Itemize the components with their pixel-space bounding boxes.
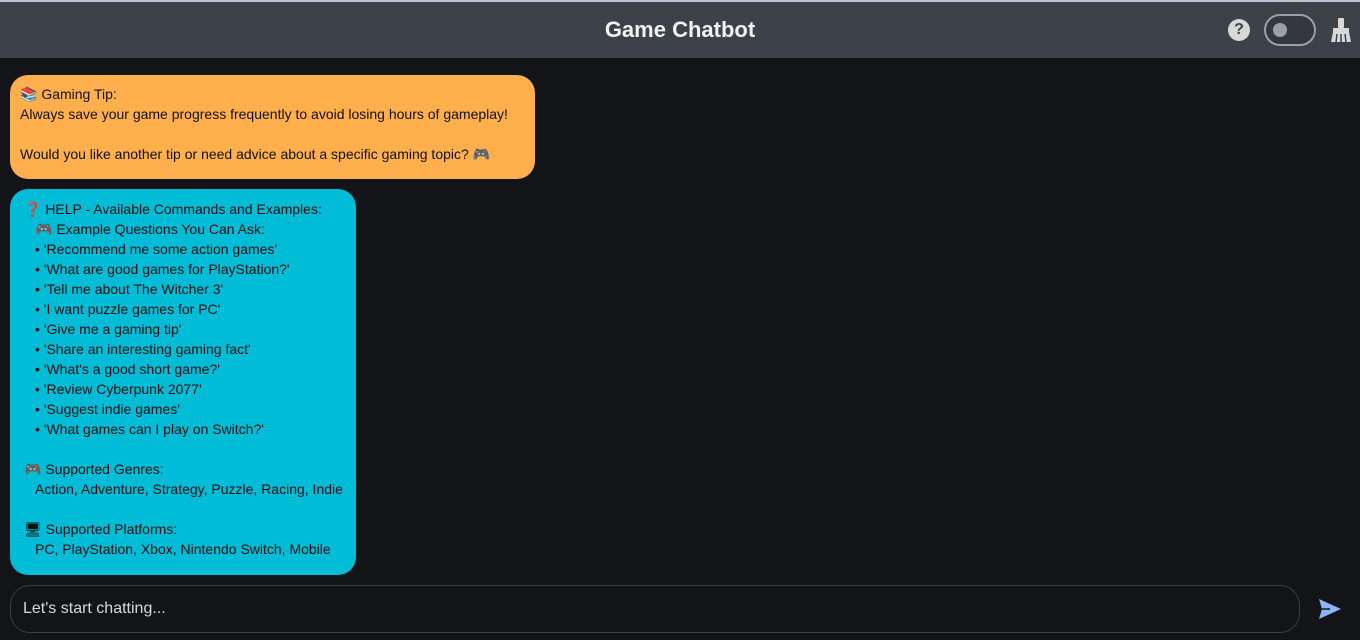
example-item: • 'I want puzzle games for PC': [35, 301, 221, 317]
platforms-header: 🖥 Supported Platforms:: [24, 521, 178, 537]
example-item: • 'Suggest indie games': [35, 401, 180, 417]
tip-followup: Would you like another tip or need advic…: [20, 146, 491, 162]
example-item: • 'Share an interesting gaming fact': [35, 341, 251, 357]
example-item: • 'Tell me about The Witcher 3': [35, 281, 224, 297]
genres-header: 🎮 Supported Genres:: [24, 461, 164, 477]
send-icon[interactable]: [1318, 598, 1342, 620]
examples-header: 🎮 Example Questions You Can Ask:: [35, 221, 265, 237]
app-title: Game Chatbot: [604, 17, 756, 42]
help-message-bubble: ❓ HELP - Available Commands and Examples…: [10, 189, 356, 575]
example-item: • 'What's a good short game?': [35, 361, 220, 377]
app-header: Game Chatbot ?: [0, 2, 1360, 58]
header-actions: ?: [1228, 2, 1352, 58]
broom-icon[interactable]: [1330, 17, 1352, 43]
chat-area[interactable]: 📚 Gaming Tip: Always save your game prog…: [0, 58, 1360, 580]
example-item: • 'Review Cyberpunk 2077': [35, 381, 202, 397]
example-item: • 'What are good games for PlayStation?': [35, 261, 290, 277]
help-title: ❓ HELP - Available Commands and Examples…: [24, 201, 322, 217]
theme-toggle[interactable]: [1264, 14, 1316, 46]
genres-list: Action, Adventure, Strategy, Puzzle, Rac…: [35, 481, 343, 497]
tip-message-bubble: 📚 Gaming Tip: Always save your game prog…: [10, 75, 535, 179]
message-input[interactable]: [23, 600, 1299, 618]
example-item: • 'What games can I play on Switch?': [35, 421, 264, 437]
tip-title: 📚 Gaming Tip:: [20, 86, 117, 102]
tip-text: Always save your game progress frequentl…: [20, 106, 508, 122]
example-item: • 'Give me a gaming tip': [35, 321, 182, 337]
toggle-knob: [1273, 23, 1287, 37]
message-input-container[interactable]: [10, 585, 1300, 633]
example-item: • 'Recommend me some action games': [35, 241, 278, 257]
platforms-list: PC, PlayStation, Xbox, Nintendo Switch, …: [35, 541, 331, 557]
help-circle-icon[interactable]: ?: [1228, 19, 1250, 41]
